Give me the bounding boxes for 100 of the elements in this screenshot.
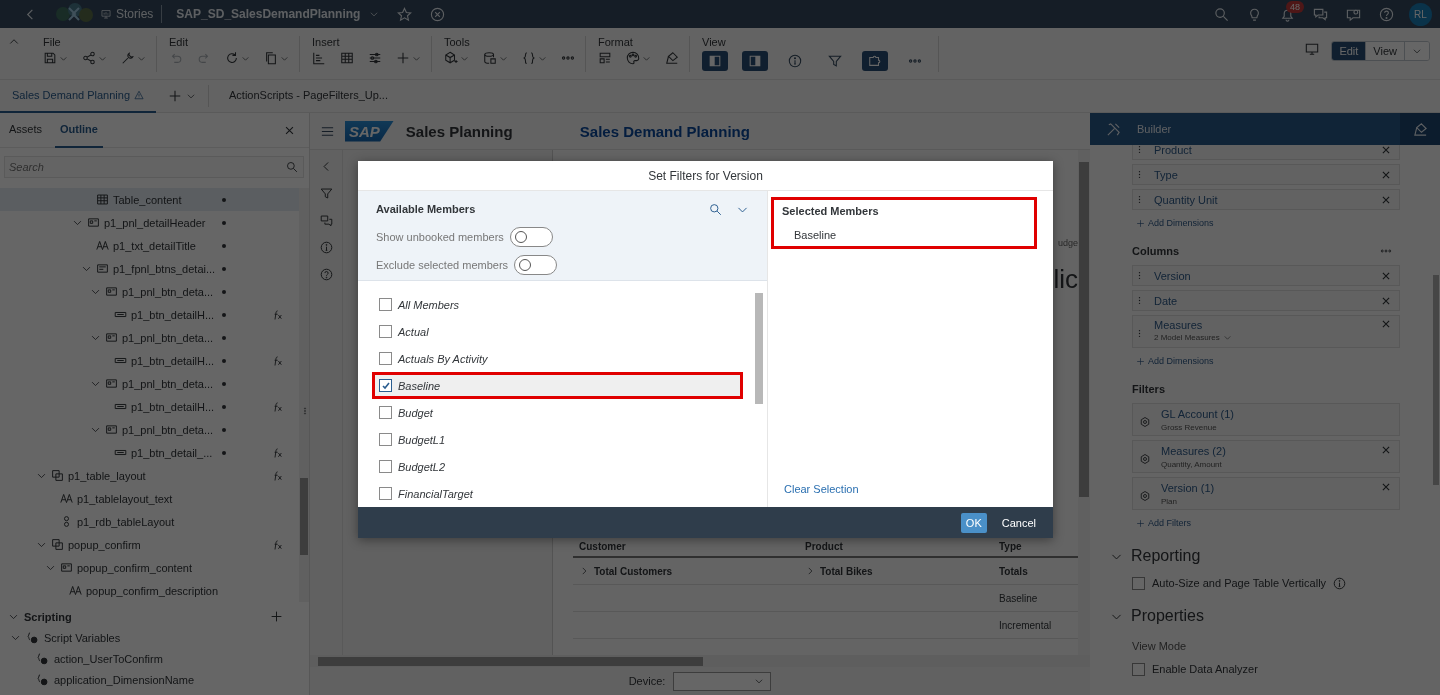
close-icon[interactable] [1381, 319, 1391, 329]
tree-item[interactable]: p1_pnl_btn_deta... [0, 326, 299, 349]
checkbox[interactable] [1132, 662, 1145, 676]
dimension-chip[interactable]: Quantity Unit [1132, 189, 1400, 210]
copy-icon[interactable] [264, 51, 278, 65]
table-icon[interactable] [340, 51, 354, 65]
member-row[interactable]: BudgetL2 [372, 453, 743, 480]
tree-item[interactable]: p1_pnl_btn_deta... [0, 372, 299, 395]
help-icon[interactable] [319, 268, 333, 281]
tree-item[interactable]: p1_rdb_tableLayout [0, 510, 299, 533]
chat-icon[interactable] [1313, 6, 1328, 22]
comments-icon[interactable] [319, 214, 333, 227]
page-tab[interactable]: ActionScripts - PageFilters_Up... [217, 79, 400, 113]
member-row[interactable]: Actual [372, 318, 743, 345]
info-icon[interactable] [319, 241, 333, 254]
dropdown-button[interactable] [1404, 42, 1429, 60]
clear-selection-link[interactable]: Clear Selection [784, 483, 859, 495]
user-avatar[interactable]: RL [1409, 2, 1432, 26]
close-icon[interactable] [1381, 482, 1391, 492]
share-icon[interactable] [82, 51, 96, 65]
brush-icon[interactable] [665, 51, 679, 65]
member-row[interactable]: All Members [372, 291, 743, 318]
tree-item[interactable]: p1_pnl_btn_deta... [0, 280, 299, 303]
device-dropdown[interactable] [673, 671, 772, 691]
save-icon[interactable] [43, 51, 57, 65]
panel-tab[interactable]: Outline [55, 113, 103, 148]
filter-icon[interactable] [319, 187, 333, 200]
refresh-icon[interactable] [225, 51, 239, 65]
checkbox[interactable] [379, 325, 392, 338]
tree-item[interactable]: p1_tablelayout_text [0, 487, 299, 510]
checkbox[interactable] [379, 433, 392, 446]
close-icon[interactable] [1381, 145, 1391, 155]
braces-icon[interactable] [522, 51, 536, 65]
toggle-switch[interactable] [509, 227, 553, 247]
tree-item[interactable]: p1_btn_detailH... [0, 349, 299, 372]
lightbulb-icon[interactable] [1247, 6, 1262, 22]
puzzle-icon[interactable] [868, 54, 882, 68]
plus-icon[interactable] [270, 610, 283, 623]
undo-icon[interactable] [169, 51, 183, 65]
checkbox[interactable] [379, 460, 392, 473]
chevron-down-icon[interactable] [186, 91, 197, 101]
close-circle-icon[interactable] [430, 6, 446, 22]
mode-toggle[interactable]: Edit [1332, 42, 1366, 60]
layout-icon[interactable] [598, 51, 612, 65]
tree-item[interactable]: action_UserToConfirm [0, 648, 309, 669]
checkbox[interactable] [379, 298, 392, 311]
panel-tab[interactable]: Assets [4, 113, 47, 148]
monitor-icon[interactable] [1305, 42, 1320, 56]
dimension-chip[interactable]: Date [1132, 290, 1400, 311]
tree-item[interactable]: p1_fpnl_btns_detai... [0, 257, 299, 280]
add-link[interactable]: Add Dimensions [1136, 354, 1214, 368]
checkbox[interactable] [379, 406, 392, 419]
search-icon[interactable] [709, 202, 722, 216]
left-panel-icon[interactable] [708, 54, 722, 68]
close-icon[interactable] [284, 124, 295, 136]
add-link[interactable]: Add Filters [1136, 516, 1191, 530]
tree-item[interactable]: p1_pnl_detailHeader [0, 211, 299, 234]
tree-item[interactable]: p1_btn_detailH... [0, 395, 299, 418]
member-row[interactable]: FinancialTarget [372, 480, 743, 507]
chevron-down-icon[interactable] [369, 9, 380, 19]
database-icon[interactable] [483, 51, 497, 65]
right-panel-icon[interactable] [748, 54, 762, 68]
search-icon[interactable] [1214, 6, 1229, 22]
plus-icon[interactable] [396, 51, 410, 65]
search-icon[interactable] [286, 161, 298, 173]
close-icon[interactable] [1381, 270, 1391, 281]
chevron-down-icon[interactable] [1222, 333, 1232, 342]
tree-item[interactable]: Script Variables [0, 627, 309, 648]
tree-item[interactable]: p1_btn_detailH... [0, 303, 299, 326]
member-row[interactable]: Actuals By Activity [372, 345, 743, 372]
member-row[interactable]: BudgetL1 [372, 426, 743, 453]
tree-item[interactable]: popup_confirm_description [0, 579, 299, 602]
close-icon[interactable] [1381, 194, 1391, 205]
cube-plus-icon[interactable] [444, 51, 458, 65]
tree-item[interactable]: p1_pnl_btn_deta... [0, 418, 299, 441]
filter-icon[interactable] [828, 54, 842, 68]
story-title[interactable]: SAP_SD_SalesDemandPlanning [176, 7, 361, 21]
dimension-chip[interactable]: Type [1132, 164, 1400, 185]
scrollbar[interactable] [299, 188, 309, 602]
tree-item[interactable]: application_DimensionName [0, 669, 309, 690]
cancel-button[interactable]: Cancel [996, 512, 1041, 533]
stories-button[interactable]: Stories [101, 7, 162, 21]
checkbox[interactable] [379, 379, 392, 392]
close-icon[interactable] [1381, 169, 1391, 180]
tree-item[interactable]: popup_confirm [0, 533, 299, 556]
ok-button[interactable]: OK [960, 512, 987, 533]
dimension-chip[interactable]: Product [1132, 145, 1400, 160]
redo-icon[interactable] [197, 51, 211, 65]
chevron-right-icon[interactable] [579, 566, 589, 576]
star-icon[interactable] [397, 6, 413, 22]
wrench-icon[interactable] [121, 51, 135, 65]
tree-item[interactable]: p1_txt_detailTitle [0, 234, 299, 257]
toggle-switch[interactable] [514, 255, 558, 275]
palette-icon[interactable] [626, 51, 640, 65]
info-icon[interactable] [788, 54, 802, 68]
tree-item[interactable]: p1_table_layout [0, 464, 299, 487]
tree-item[interactable]: Table_content [0, 188, 299, 211]
member-row[interactable]: Budget [372, 399, 743, 426]
sliders-icon[interactable] [368, 51, 382, 65]
chevron-right-icon[interactable] [805, 566, 815, 576]
